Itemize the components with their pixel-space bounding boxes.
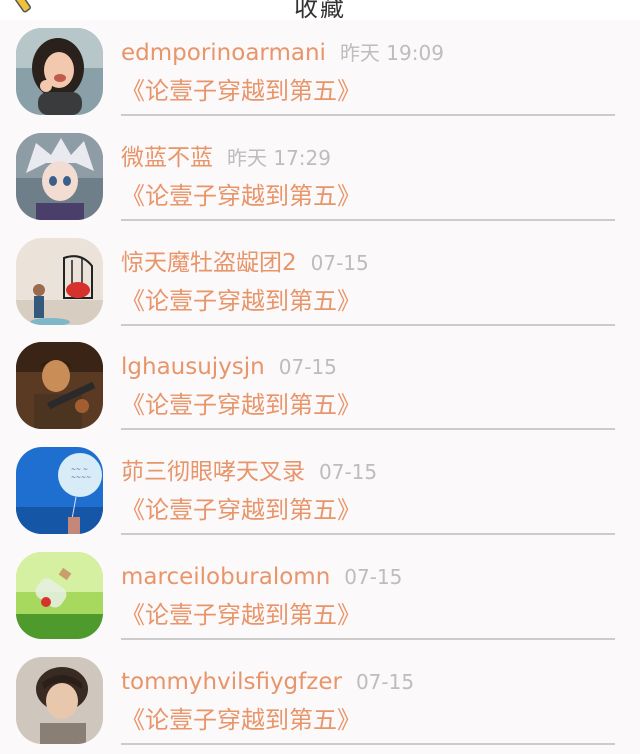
- svg-text:~~ ~: ~~ ~: [71, 466, 88, 473]
- avatar-balloon-icon: ~~ ~ ~~~~: [16, 447, 103, 535]
- avatar-birdcage-icon: [16, 237, 103, 325]
- list-item[interactable]: tommyhvilsfiygfzer 07-15 《论壹子穿越到第五》: [0, 649, 640, 754]
- timestamp: 07-15: [344, 564, 403, 589]
- svg-text:~~~~: ~~~~: [71, 474, 91, 481]
- avatar[interactable]: [16, 342, 103, 430]
- list-item[interactable]: 惊天魔牡盗龊团2 07-15 《论壹子穿越到第五》: [0, 230, 640, 335]
- avatar-bottle-grass-icon: [16, 551, 103, 639]
- favorite-title[interactable]: 《论壹子穿越到第五》: [121, 704, 361, 736]
- user-name[interactable]: tommyhvilsfiygfzer: [121, 669, 342, 695]
- divider: [121, 323, 615, 326]
- list-item[interactable]: 微蓝不蓝 昨天 17:29 《论壹子穿越到第五》: [0, 125, 640, 230]
- favorite-title[interactable]: 《论壹子穿越到第五》: [121, 494, 361, 526]
- user-name[interactable]: marceiloburalomn: [121, 564, 330, 590]
- favorite-title[interactable]: 《论壹子穿越到第五》: [121, 389, 361, 421]
- favorites-list: edmporinoarmani 昨天 19:09 《论壹子穿越到第五》 微蓝不蓝昨…: [0, 20, 640, 754]
- avatar-soldier-icon: [16, 342, 103, 430]
- user-name[interactable]: lghausujysjn: [121, 354, 265, 380]
- name-line: lghausujysjn 07-15: [121, 352, 337, 384]
- favorite-title[interactable]: 《论壹子穿越到第五》: [121, 75, 361, 107]
- name-line: 惊天魔牡盗龊团2 07-15: [121, 248, 369, 280]
- avatar[interactable]: ~~ ~ ~~~~: [16, 447, 103, 535]
- divider: [121, 742, 615, 745]
- list-item[interactable]: marceiloburalomn 07-15 《论壹子穿越到第五》: [0, 544, 640, 649]
- avatar[interactable]: [16, 551, 103, 639]
- avatar[interactable]: [16, 237, 103, 325]
- avatar[interactable]: [16, 656, 103, 744]
- divider: [121, 218, 615, 221]
- avatar-girl-laughing-icon: [16, 28, 103, 115]
- avatar[interactable]: [16, 132, 103, 220]
- user-name[interactable]: 微蓝不蓝: [121, 145, 213, 171]
- divider: [121, 114, 615, 116]
- timestamp: 昨天 19:09: [339, 41, 444, 65]
- timestamp: 07-15: [319, 460, 378, 485]
- divider: [121, 428, 615, 431]
- timestamp: 07-15: [278, 355, 337, 380]
- top-bar: 收藏: [0, 0, 640, 20]
- list-item[interactable]: ~~ ~ ~~~~ 茆三彻眼哮天叉录 07-15 《论壹子穿越到第五》: [0, 439, 640, 544]
- user-name[interactable]: edmporinoarmani: [121, 40, 326, 66]
- name-line: 微蓝不蓝 昨天 17:29: [121, 143, 331, 175]
- divider: [121, 637, 615, 640]
- user-name[interactable]: 惊天魔牡盗龊团2: [121, 250, 297, 276]
- favorite-title[interactable]: 《论壹子穿越到第五》: [121, 285, 361, 317]
- favorite-title[interactable]: 《论壹子穿越到第五》: [121, 599, 361, 631]
- timestamp: 昨天 17:29: [227, 145, 331, 170]
- name-line: tommyhvilsfiygfzer 07-15: [121, 667, 414, 699]
- avatar[interactable]: [16, 28, 103, 115]
- page-title: 收藏: [294, 0, 346, 20]
- divider: [121, 533, 615, 536]
- name-line: 茆三彻眼哮天叉录 07-15: [121, 457, 377, 489]
- avatar-boy-portrait-icon: [16, 656, 103, 744]
- avatar-anime-boy-icon: [16, 132, 103, 220]
- timestamp: 07-15: [355, 669, 415, 694]
- name-line: marceiloburalomn 07-15: [121, 562, 402, 594]
- list-item[interactable]: edmporinoarmani 昨天 19:09 《论壹子穿越到第五》: [0, 20, 640, 125]
- user-name[interactable]: 茆三彻眼哮天叉录: [121, 459, 305, 485]
- favorite-title[interactable]: 《论壹子穿越到第五》: [121, 180, 361, 212]
- list-item[interactable]: lghausujysjn 07-15 《论壹子穿越到第五》: [0, 334, 640, 439]
- timestamp: 07-15: [310, 250, 369, 275]
- name-line: edmporinoarmani 昨天 19:09: [121, 38, 444, 70]
